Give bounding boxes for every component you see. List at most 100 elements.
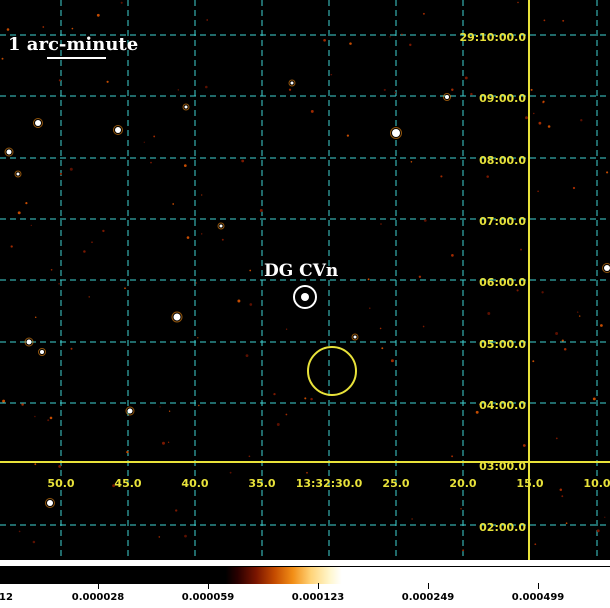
- noise-pixel: [561, 339, 564, 342]
- noise-pixel: [390, 359, 394, 363]
- noise-pixel: [460, 508, 462, 510]
- field-star: [604, 265, 610, 271]
- noise-pixel: [422, 325, 425, 328]
- noise-pixel: [555, 332, 559, 335]
- noise-pixel: [259, 209, 263, 212]
- noise-pixel: [285, 413, 288, 416]
- noise-pixel: [464, 76, 468, 80]
- ra-label: 25.0: [382, 477, 409, 490]
- ra-label: 15.0: [516, 477, 543, 490]
- noise-pixel: [486, 175, 489, 178]
- noise-pixel: [323, 38, 326, 42]
- field-star: [47, 500, 53, 506]
- noise-pixel: [150, 161, 152, 164]
- noise-pixel: [310, 109, 314, 113]
- colorbar-tick: [208, 583, 209, 589]
- noise-pixel: [522, 444, 526, 447]
- noise-pixel: [379, 327, 382, 330]
- noise-pixel: [201, 233, 203, 235]
- colorbar-label: 0.000028: [71, 592, 125, 603]
- colorbar-frame: [0, 566, 610, 584]
- noise-pixel: [186, 236, 190, 239]
- noise-pixel: [245, 354, 249, 357]
- dec-label: 05:00.0: [479, 338, 526, 351]
- field-star: [290, 81, 294, 85]
- noise-pixel: [206, 19, 209, 21]
- noise-pixel: [126, 450, 129, 454]
- noise-pixel: [542, 100, 545, 103]
- noise-pixel: [47, 419, 50, 422]
- noise-pixel: [600, 324, 603, 327]
- noise-pixel: [394, 91, 397, 94]
- noise-pixel: [184, 534, 187, 538]
- noise-pixel: [321, 390, 323, 392]
- noise-pixel: [306, 471, 308, 474]
- noise-pixel: [30, 224, 32, 227]
- noise-pixel: [153, 135, 156, 138]
- noise-pixel: [83, 250, 86, 253]
- noise-pixel: [410, 161, 413, 163]
- noise-pixel: [42, 26, 45, 28]
- noise-pixel: [25, 202, 28, 205]
- source-star: [301, 293, 309, 301]
- field-star: [219, 224, 223, 228]
- noise-pixel: [32, 540, 36, 544]
- noise-pixel: [606, 171, 609, 174]
- noise-pixel: [120, 1, 123, 4]
- field-star: [40, 350, 44, 354]
- noise-pixel: [158, 536, 161, 538]
- noise-pixel: [596, 529, 600, 533]
- noise-pixel: [276, 423, 280, 426]
- noise-pixel: [330, 73, 333, 76]
- noise-pixel: [69, 167, 73, 171]
- dec-label: 07:00.0: [479, 215, 526, 228]
- field-star: [16, 172, 20, 176]
- dec-label: 08:00.0: [479, 154, 526, 167]
- noise-pixel: [462, 549, 465, 552]
- ra-label: 40.0: [181, 477, 208, 490]
- noise-pixel: [538, 121, 542, 125]
- noise-pixel: [229, 471, 232, 474]
- noise-pixel: [159, 406, 161, 408]
- noise-pixel: [561, 495, 564, 498]
- noise-pixel: [541, 291, 544, 294]
- field-star: [6, 149, 12, 155]
- noise-pixel: [221, 238, 224, 241]
- noise-pixel: [288, 88, 292, 91]
- noise-pixel: [576, 311, 579, 313]
- noise-pixel: [71, 27, 74, 30]
- noise-pixel: [451, 254, 454, 257]
- noise-pixel: [578, 315, 581, 317]
- colorbar-tick: [538, 583, 539, 589]
- noise-pixel: [304, 397, 307, 400]
- dec-label: 29:10:00.0: [459, 31, 526, 44]
- noise-pixel: [592, 397, 596, 401]
- noise-pixel: [205, 85, 208, 89]
- scale-bar-label: 1 arc-minute: [8, 34, 138, 55]
- noise-pixel: [96, 13, 100, 17]
- noise-pixel: [34, 316, 37, 319]
- noise-pixel: [547, 125, 551, 128]
- noise-pixel: [168, 410, 171, 412]
- noise-pixel: [532, 360, 535, 363]
- noise-pixel: [440, 175, 443, 178]
- noise-pixel: [604, 516, 606, 518]
- noise-pixel: [533, 112, 535, 115]
- ra-label: 50.0: [47, 477, 74, 490]
- source-label: DG CVn: [264, 261, 338, 281]
- noise-pixel: [451, 88, 454, 92]
- noise-pixel: [175, 509, 178, 512]
- noise-pixel: [162, 441, 165, 445]
- noise-pixel: [17, 211, 21, 215]
- ra-label: 20.0: [449, 477, 476, 490]
- field-star: [127, 408, 133, 414]
- colorbar-label: 0.000123: [291, 592, 345, 603]
- noise-pixel: [423, 219, 427, 222]
- noise-pixel: [249, 269, 252, 272]
- noise-pixel: [91, 241, 93, 244]
- field-star: [115, 127, 121, 133]
- noise-pixel: [310, 397, 313, 401]
- noise-pixel: [411, 518, 413, 520]
- noise-pixel: [369, 307, 371, 309]
- noise-pixel: [124, 287, 126, 290]
